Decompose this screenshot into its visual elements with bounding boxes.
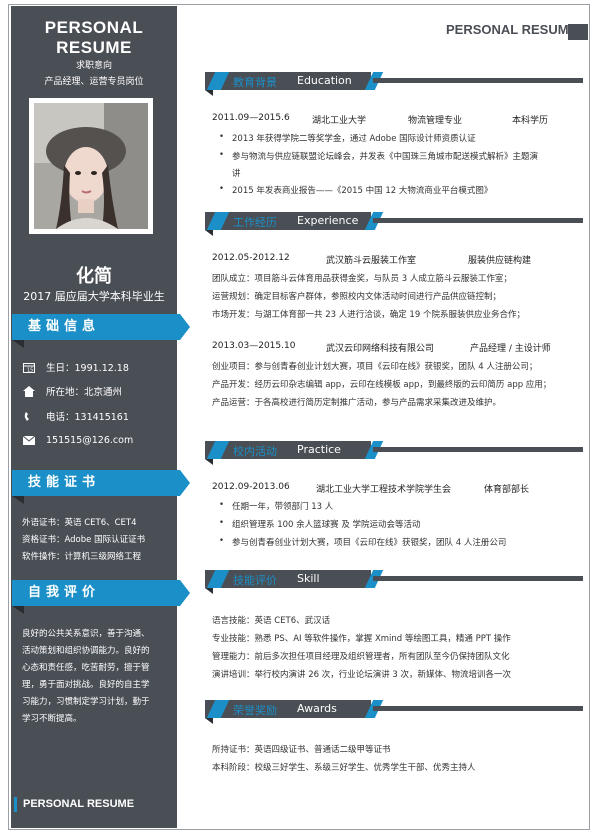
- page-title: PERSONAL RESUME: [446, 22, 578, 37]
- skills-cert-header: 技能证书: [12, 470, 190, 504]
- skill-header-en: Skill: [297, 572, 320, 585]
- education-major: 物流管理专业: [408, 116, 463, 126]
- practice-header-en: Practice: [297, 443, 341, 456]
- education-school: 湖北工业大学: [312, 116, 367, 126]
- practice-header: 校内活动 Practice: [205, 441, 585, 467]
- location-text: 所在地：北京通州: [46, 387, 123, 398]
- bottom-mark: PERSONAL RESUME: [14, 796, 134, 812]
- job2-period: 2013.03—2015.10: [212, 341, 296, 351]
- awards-line: 本科阶段：校级三好学生、系级三好学生、优秀学生干部、优秀主持人: [212, 763, 476, 773]
- contact-location: 所在地：北京通州: [22, 384, 122, 398]
- skill-line: 语言技能：英语 CET6、武汉话: [212, 616, 331, 626]
- experience-header-cn: 工作经历: [233, 216, 277, 229]
- home-icon: [22, 385, 36, 397]
- profile-photo: [29, 98, 153, 234]
- education-degree: 本科学历: [512, 116, 549, 126]
- awards-line: 所持证书：英语四级证书、普通话二级甲等证书: [212, 745, 391, 755]
- basic-info-header: 基础信息: [12, 314, 190, 348]
- cert-line: 资格证书：Adobe 国际认证证书: [22, 535, 146, 545]
- education-header: 教育背景 Education: [205, 72, 585, 98]
- job1-line: 运营规划：确定目标客户群体，参照校内文体活动时间进行产品供应链控制；: [212, 292, 502, 302]
- skill-header-cn: 技能评价: [233, 574, 277, 587]
- job2-role: 产品经理 / 主设计师: [470, 344, 551, 354]
- job1-role: 服装供应链构建: [468, 256, 532, 266]
- calendar-icon: 15: [22, 361, 36, 373]
- self-eval-header: 自我评价: [12, 580, 190, 614]
- basic-info-header-label: 基础信息: [28, 319, 101, 334]
- awards-header-en: Awards: [297, 702, 337, 715]
- contact-phone: 电话：131415161: [22, 409, 129, 423]
- job2-line: 产品开发：经历云印杂志编辑 app，云印在线模板 app，到最终版的云印简历 a…: [212, 380, 552, 390]
- candidate-name: 化简: [76, 266, 112, 287]
- experience-header-en: Experience: [297, 214, 359, 227]
- graduation-line: 2017 届应届大学本科毕业生: [23, 290, 165, 303]
- practice-role: 体育部部长: [484, 485, 530, 495]
- education-item: 参与物流与供应链联盟论坛峰会，并发表《中国珠三角城市配送模式解析》主题演: [219, 150, 538, 162]
- job1-period: 2012.05-2012.12: [212, 253, 290, 263]
- education-item: 2015 年发表商业报告——《2015 中国 12 大物流商业平台模式图》: [219, 184, 492, 196]
- contact-birthday: 15 生日：1991.12.18: [22, 360, 129, 374]
- phone-icon: [22, 410, 36, 422]
- bottom-mark-text: PERSONAL RESUME: [23, 798, 135, 810]
- bottom-mark-bar: [14, 796, 17, 812]
- job1-line: 团队成立：项目筋斗云体育用品获得金奖，与队员 3 人成立筋斗云服装工作室；: [212, 274, 512, 284]
- job2-line: 产品运营：于各高校进行简历定制推广活动，参与产品需求采集改进及维护。: [212, 398, 502, 408]
- cert-line: 软件操作：计算机三级网络工程: [22, 552, 142, 562]
- objective-roles: 产品经理、运营专员岗位: [44, 77, 144, 87]
- job1-company: 武汉筋斗云服装工作室: [326, 256, 417, 266]
- education-header-cn: 教育背景: [233, 76, 277, 89]
- practice-header-cn: 校内活动: [233, 445, 277, 458]
- mail-icon: [22, 434, 36, 446]
- education-period: 2011.09—2015.6: [212, 113, 290, 123]
- practice-period: 2012.09-2013.06: [212, 482, 290, 492]
- sidebar-title: PERSONAL RESUME: [44, 18, 144, 57]
- job2-company: 武汉云印网络科技有限公司: [326, 344, 435, 354]
- job2-line: 创业项目：参与创青春创业计划大赛，项目《云印在线》获银奖，团队 4 人注册公司；: [212, 362, 538, 372]
- objective-label: 求职意向: [75, 61, 112, 71]
- phone-text: 电话：131415161: [46, 412, 129, 423]
- cert-line: 外语证书：英语 CET6、CET4: [22, 518, 137, 528]
- skill-line: 专业技能：熟悉 PS、AI 等软件操作，掌握 Xmind 等绘图工具，精通 PP…: [212, 634, 511, 644]
- self-eval-text: 良好的公共关系意识，善于沟通、活动策划和组织协调能力。良好的心态和责任感，吃苦耐…: [22, 629, 150, 724]
- practice-org: 湖北工业大学工程技术学院学生会: [316, 485, 452, 495]
- awards-header-cn: 荣誉奖励: [233, 704, 277, 717]
- email-text: 151515@126.com: [46, 434, 134, 446]
- practice-item: 组织管理系 100 余人篮球赛 及 学院运动会等活动: [219, 518, 421, 530]
- experience-header: 工作经历 Experience: [205, 212, 585, 238]
- birthday-text: 生日：1991.12.18: [46, 363, 129, 374]
- practice-item: 任期一年，带领部门 13 人: [219, 500, 333, 512]
- portrait-image: [34, 103, 148, 229]
- page-title-bar: [568, 24, 588, 40]
- practice-item: 参与创青春创业计划大赛，项目《云印在线》获银奖，团队 4 人注册公司: [219, 536, 506, 548]
- skill-line: 管理能力：前后多次担任项目经理及组织管理者，所有团队至今仍保持团队文化: [212, 652, 510, 662]
- awards-header: 荣誉奖励 Awards: [205, 700, 585, 726]
- self-eval-header-label: 自我评价: [28, 585, 101, 600]
- contact-email: 151515@126.com: [22, 433, 133, 447]
- education-item-cont: 讲: [232, 169, 241, 179]
- skill-header: 技能评价 Skill: [205, 570, 585, 596]
- education-item: 2013 年获得学院二等奖学金，通过 Adobe 国际设计师资质认证: [219, 132, 476, 144]
- job1-line: 市场开发：与湖工体育部一共 23 人进行洽谈，确定 19 个院系服装供应业务合作…: [212, 310, 525, 320]
- education-header-en: Education: [297, 74, 352, 87]
- skills-cert-header-label: 技能证书: [28, 475, 101, 490]
- skill-line: 演讲培训：举行校内演讲 26 次，行业论坛演讲 3 次，新媒体、物流培训各一次: [212, 670, 512, 680]
- svg-text:15: 15: [27, 367, 33, 373]
